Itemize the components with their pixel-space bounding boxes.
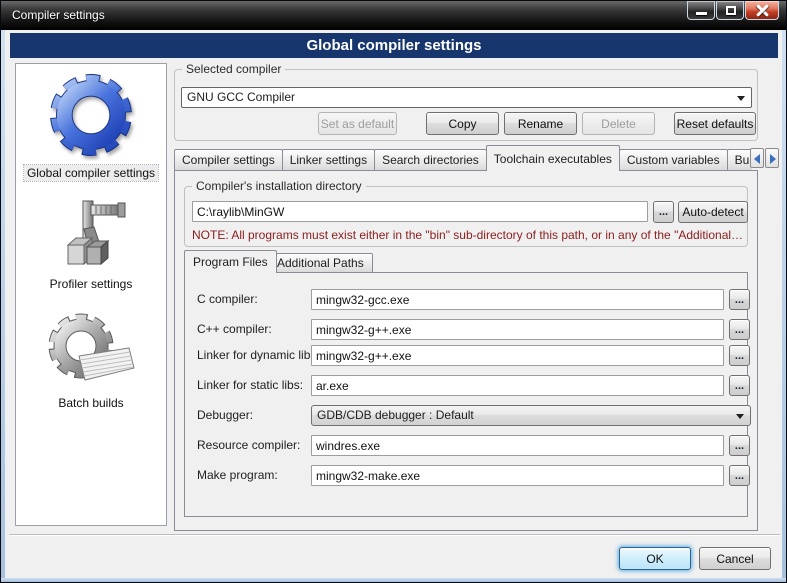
auto-detect-button[interactable]: Auto-detect bbox=[678, 201, 748, 223]
debugger-combobox[interactable]: GDB/CDB debugger : Default bbox=[311, 405, 751, 426]
installation-note: NOTE: All programs must exist either in … bbox=[192, 228, 744, 242]
static-linker-browse-button[interactable]: ... bbox=[729, 375, 750, 396]
cpp-compiler-input[interactable] bbox=[311, 319, 724, 340]
maximize-button[interactable] bbox=[716, 1, 744, 20]
make-program-browse-button[interactable]: ... bbox=[729, 465, 750, 486]
rename-button[interactable]: Rename bbox=[504, 112, 577, 135]
selected-compiler-combobox[interactable]: GNU GCC Compiler bbox=[181, 87, 752, 108]
caliper-icon[interactable] bbox=[54, 199, 128, 269]
subtab-program-files[interactable]: Program Files bbox=[184, 250, 277, 273]
tab-scroll-right-icon bbox=[770, 154, 776, 164]
chevron-down-icon bbox=[737, 96, 745, 101]
resource-compiler-browse-button[interactable]: ... bbox=[729, 435, 750, 456]
dynamic-linker-browse-button[interactable]: ... bbox=[729, 345, 750, 366]
reset-defaults-button[interactable]: Reset defaults bbox=[674, 112, 756, 135]
tab-compiler-settings[interactable]: Compiler settings bbox=[174, 149, 283, 171]
selected-compiler-value: GNU GCC Compiler bbox=[187, 90, 295, 104]
tab-scroll-right-button[interactable] bbox=[765, 148, 779, 168]
minimize-button[interactable] bbox=[687, 1, 715, 20]
set-as-default-button[interactable]: Set as default bbox=[318, 112, 397, 135]
static-linker-input[interactable] bbox=[311, 375, 724, 396]
cpp-compiler-label: C++ compiler: bbox=[197, 322, 272, 336]
window-title: Compiler settings bbox=[12, 8, 105, 22]
compiler-settings-dialog: Compiler settings Global compiler settin… bbox=[0, 0, 787, 583]
tab-custom-variables[interactable]: Custom variables bbox=[619, 149, 728, 171]
minimize-icon bbox=[696, 12, 707, 15]
resource-compiler-input[interactable] bbox=[311, 435, 724, 456]
installation-directory-group-label: Compiler's installation directory bbox=[192, 179, 366, 193]
dynamic-linker-label: Linker for dynamic libs: bbox=[197, 348, 320, 362]
gray-gear-papers-icon[interactable] bbox=[45, 312, 137, 388]
close-button[interactable] bbox=[745, 1, 779, 20]
installation-directory-browse-button[interactable]: ... bbox=[653, 201, 674, 223]
maximize-icon bbox=[726, 6, 736, 15]
window-frame-bottom bbox=[1, 578, 786, 582]
settings-category-list: Global compiler settings Profiler settin… bbox=[15, 63, 167, 526]
selected-compiler-group-label: Selected compiler bbox=[182, 62, 285, 76]
footer-separator bbox=[9, 534, 780, 536]
dynamic-linker-input[interactable] bbox=[311, 345, 724, 366]
blue-gear-icon[interactable] bbox=[43, 69, 139, 161]
cancel-button[interactable]: Cancel bbox=[699, 547, 771, 570]
tab-scroll-left-icon bbox=[754, 154, 760, 164]
c-compiler-input[interactable] bbox=[311, 289, 724, 310]
tab-build-options[interactable]: Build options bbox=[727, 149, 752, 171]
static-linker-label: Linker for static libs: bbox=[197, 378, 303, 392]
sidebar-item-global-compiler-settings[interactable]: Global compiler settings bbox=[24, 165, 158, 181]
titlebar[interactable]: Compiler settings bbox=[1, 1, 786, 30]
cpp-compiler-browse-button[interactable]: ... bbox=[729, 319, 750, 340]
make-program-input[interactable] bbox=[311, 465, 724, 486]
chevron-down-icon bbox=[736, 414, 744, 419]
installation-directory-input[interactable] bbox=[192, 201, 648, 222]
delete-button[interactable]: Delete bbox=[582, 112, 655, 135]
copy-button[interactable]: Copy bbox=[426, 112, 499, 135]
sidebar-item-profiler-settings[interactable]: Profiler settings bbox=[47, 276, 136, 292]
make-program-label: Make program: bbox=[197, 468, 278, 482]
tab-toolchain-executables[interactable]: Toolchain executables bbox=[486, 145, 620, 171]
page-title: Global compiler settings bbox=[10, 33, 778, 58]
resource-compiler-label: Resource compiler: bbox=[197, 438, 300, 452]
debugger-label: Debugger: bbox=[197, 408, 253, 422]
subtab-additional-paths[interactable]: Additional Paths bbox=[268, 253, 373, 273]
tab-scroll-left-button[interactable] bbox=[750, 148, 764, 168]
c-compiler-label: C compiler: bbox=[197, 292, 258, 306]
compiler-tabstrip: Compiler settings Linker settings Search… bbox=[174, 145, 752, 171]
tab-search-directories[interactable]: Search directories bbox=[374, 149, 487, 171]
c-compiler-browse-button[interactable]: ... bbox=[729, 289, 750, 310]
sidebar-item-batch-builds[interactable]: Batch builds bbox=[55, 395, 126, 411]
tab-linker-settings[interactable]: Linker settings bbox=[282, 149, 375, 171]
ok-button[interactable]: OK bbox=[619, 547, 691, 570]
debugger-value: GDB/CDB debugger : Default bbox=[317, 408, 474, 422]
window-frame-right bbox=[782, 30, 786, 583]
